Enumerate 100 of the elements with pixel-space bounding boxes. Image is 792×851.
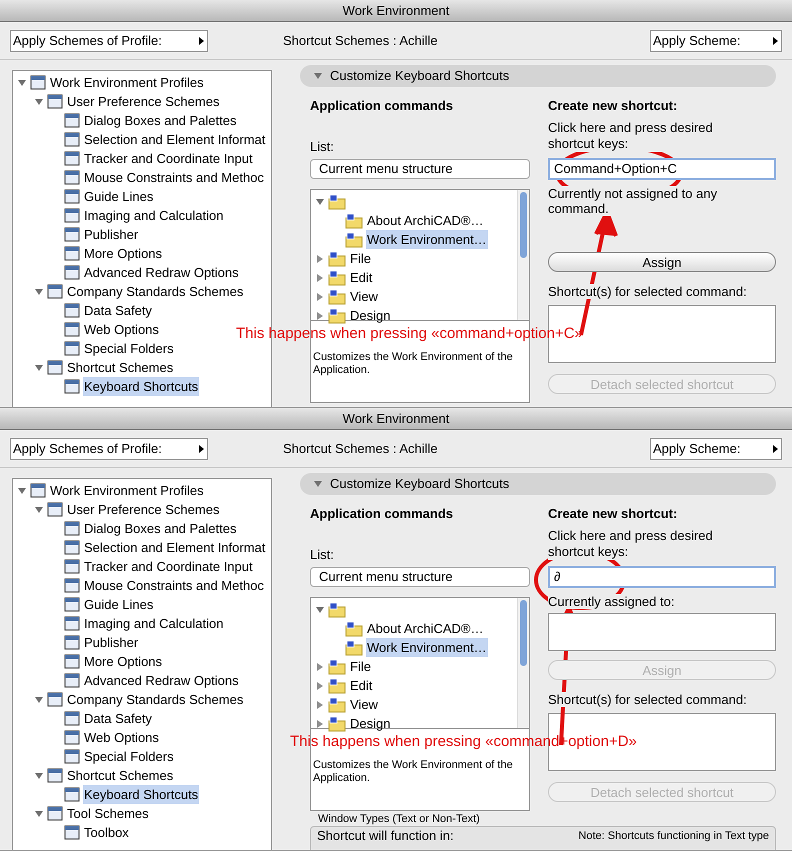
- tree-item[interactable]: Guide Lines: [83, 594, 154, 614]
- tree-item[interactable]: Special Folders: [83, 338, 175, 358]
- tree-item[interactable]: View: [349, 286, 379, 306]
- annotation-text: This happens when pressing «command+option+C»: [236, 325, 583, 342]
- scrollbar[interactable]: [517, 598, 529, 728]
- tree-item[interactable]: View: [349, 694, 379, 714]
- dropdown-menu[interactable]: Apply Scheme:: [650, 438, 782, 460]
- dropdown-menu[interactable]: Apply Schemes of Profile:: [10, 438, 208, 460]
- collapsed-triangle-icon[interactable]: [316, 292, 324, 300]
- tree-item[interactable]: Design: [349, 306, 392, 326]
- expanded-triangle-icon[interactable]: [35, 772, 43, 780]
- tree-item[interactable]: Work Environment Profiles: [49, 72, 205, 92]
- collapsed-triangle-icon[interactable]: [316, 682, 324, 690]
- tree-item[interactable]: About ArchiCAD®…: [366, 618, 485, 638]
- tree-item[interactable]: Shortcut Schemes: [66, 766, 174, 786]
- tree-item[interactable]: About ArchiCAD®…: [366, 210, 485, 230]
- window-icon: [64, 597, 80, 612]
- window-icon: [64, 559, 80, 574]
- window-icon: [64, 540, 80, 555]
- tree-item[interactable]: Imaging and Calculation: [83, 206, 224, 226]
- scrollbar[interactable]: [517, 190, 529, 320]
- tree-item[interactable]: Selection and Element Informat: [83, 130, 266, 150]
- tree-item[interactable]: Work Environment…: [366, 230, 488, 250]
- section-header[interactable]: Customize Keyboard Shortcuts: [300, 473, 776, 495]
- window-title: Work Environment: [0, 408, 792, 430]
- tree-item[interactable]: Data Safety: [83, 300, 153, 320]
- tree-item[interactable]: Selection and Element Informat: [83, 538, 266, 558]
- tree-item[interactable]: Shortcut Schemes: [66, 358, 174, 378]
- tree-item[interactable]: User Preference Schemes: [66, 92, 220, 112]
- tree-item[interactable]: More Options: [83, 652, 164, 672]
- push-button[interactable]: Assign: [548, 252, 776, 272]
- tree-item[interactable]: Edit: [349, 268, 374, 288]
- window-icon: [64, 635, 80, 650]
- collapsed-triangle-icon[interactable]: [316, 254, 324, 262]
- expanded-triangle-icon[interactable]: [35, 810, 43, 818]
- window-icon: [64, 265, 80, 280]
- dropdown-menu[interactable]: Apply Schemes of Profile:: [10, 30, 208, 52]
- window-icon: [47, 502, 63, 517]
- folder-icon: [328, 288, 346, 304]
- collapsed-triangle-icon[interactable]: [316, 662, 324, 670]
- tree-item[interactable]: Web Options: [83, 728, 160, 748]
- tree-item[interactable]: Publisher: [83, 632, 140, 652]
- expanded-triangle-icon[interactable]: [316, 198, 324, 206]
- expanded-triangle-icon[interactable]: [35, 98, 43, 106]
- collapsed-triangle-icon[interactable]: [316, 274, 324, 282]
- expanded-triangle-icon[interactable]: [314, 72, 322, 80]
- tree-item[interactable]: Data Safety: [83, 708, 153, 728]
- collapsed-triangle-icon[interactable]: [316, 312, 324, 320]
- expanded-triangle-icon[interactable]: [18, 486, 26, 494]
- tree-item[interactable]: Mouse Constraints and Methoc: [83, 168, 265, 188]
- tree-item[interactable]: Dialog Boxes and Palettes: [83, 518, 238, 538]
- tree-item[interactable]: Keyboard Shortcuts: [83, 376, 200, 396]
- folder-icon: [328, 194, 346, 210]
- tree-item[interactable]: Design: [349, 714, 392, 734]
- tree-item[interactable]: Keyboard Shortcuts: [83, 784, 200, 804]
- expanded-triangle-icon[interactable]: [35, 364, 43, 372]
- folder-icon: [328, 602, 346, 618]
- tree-item[interactable]: Advanced Redraw Options: [83, 670, 240, 690]
- window-icon: [64, 322, 80, 337]
- tree-item[interactable]: Web Options: [83, 320, 160, 340]
- expanded-triangle-icon[interactable]: [35, 696, 43, 704]
- tree-item[interactable]: Tracker and Coordinate Input: [83, 556, 254, 576]
- window-icon: [64, 654, 80, 669]
- tree-item[interactable]: Imaging and Calculation: [83, 614, 224, 634]
- scheme-label: Shortcut Schemes : Achille: [283, 32, 438, 50]
- collapsed-triangle-icon[interactable]: [316, 700, 324, 708]
- tree-item[interactable]: More Options: [83, 244, 164, 264]
- tree-item[interactable]: Toolbox: [83, 822, 130, 842]
- tree-item[interactable]: Edit: [349, 676, 374, 696]
- tree-item[interactable]: User Preference Schemes: [66, 500, 220, 520]
- tree-item[interactable]: Work Environment…: [366, 638, 488, 658]
- tree-item[interactable]: Tool Schemes: [66, 804, 150, 824]
- tree-item[interactable]: Tracker and Coordinate Input: [83, 148, 254, 168]
- column-heading: Create new shortcut:: [548, 97, 678, 115]
- tree-item[interactable]: Guide Lines: [83, 186, 154, 206]
- collapsed-triangle-icon[interactable]: [316, 720, 324, 728]
- expanded-triangle-icon[interactable]: [316, 606, 324, 614]
- tree-item[interactable]: Company Standards Schemes: [66, 690, 244, 710]
- expanded-triangle-icon[interactable]: [35, 288, 43, 296]
- dropdown-menu[interactable]: Apply Scheme:: [650, 30, 782, 52]
- expanded-triangle-icon[interactable]: [35, 506, 43, 514]
- list-select[interactable]: Current menu structure: [310, 567, 530, 587]
- expanded-triangle-icon[interactable]: [314, 480, 322, 488]
- list-label: Shortcut(s) for selected command:: [548, 284, 747, 299]
- tree-item[interactable]: Advanced Redraw Options: [83, 262, 240, 282]
- section-header[interactable]: Customize Keyboard Shortcuts: [300, 65, 776, 87]
- note-text: Note: Shortcuts functioning in Text type: [578, 829, 769, 844]
- tree-item[interactable]: File: [349, 656, 372, 676]
- tree-item[interactable]: Work Environment Profiles: [49, 480, 205, 500]
- folder-icon: [345, 232, 363, 248]
- expanded-triangle-icon[interactable]: [18, 78, 26, 86]
- tree-item[interactable]: Special Folders: [83, 746, 175, 766]
- tree-item[interactable]: Dialog Boxes and Palettes: [83, 110, 238, 130]
- tree-item[interactable]: Publisher: [83, 224, 140, 244]
- list-select[interactable]: Current menu structure: [310, 159, 530, 179]
- window-icon: [64, 521, 80, 536]
- tree-item[interactable]: Mouse Constraints and Methoc: [83, 576, 265, 596]
- tree-item[interactable]: Company Standards Schemes: [66, 282, 244, 302]
- tree-item[interactable]: File: [349, 248, 372, 268]
- group-label: Shortcut will function in:: [317, 828, 454, 845]
